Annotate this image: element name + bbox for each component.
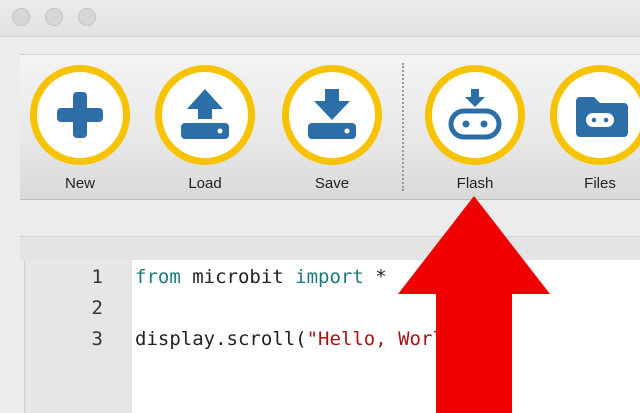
download-icon — [308, 89, 356, 139]
toolbar-divider — [402, 63, 404, 191]
toolbar: New Load Save Flash Files — [20, 54, 640, 200]
zoom-window-button[interactable] — [78, 8, 96, 26]
flash-button-label: Flash — [456, 175, 494, 192]
close-window-button[interactable] — [12, 8, 30, 26]
plus-icon — [57, 92, 103, 138]
load-button-label: Load — [188, 175, 222, 192]
new-button-label: New — [64, 175, 95, 192]
load-button[interactable]: Load — [145, 55, 265, 201]
new-button[interactable]: New — [20, 55, 140, 201]
flash-button-ring — [425, 65, 525, 165]
save-button-label: Save — [314, 175, 350, 192]
save-button-ring — [282, 65, 382, 165]
files-button-ring — [550, 65, 640, 165]
files-button-label: Files — [584, 175, 616, 192]
code-text: from microbit import * — [135, 262, 387, 292]
title-bar — [0, 0, 640, 37]
mu-editor-window: New Load Save Flash Files 1 from microbi… — [0, 0, 640, 413]
code-keyword: from — [135, 266, 181, 288]
line-number: 2 — [91, 297, 103, 319]
minimize-window-button[interactable] — [45, 8, 63, 26]
files-button[interactable]: Files — [540, 55, 640, 201]
save-button[interactable]: Save — [272, 55, 392, 201]
code-token: display.scroll( — [135, 328, 307, 350]
upload-icon — [181, 89, 229, 139]
new-button-ring — [30, 65, 130, 165]
line-number: 1 — [91, 266, 103, 288]
load-button-ring — [155, 65, 255, 165]
line-number: 3 — [91, 328, 103, 350]
folder-microbit-icon — [576, 97, 628, 137]
code-keyword: import — [295, 266, 364, 288]
code-token: * — [363, 266, 387, 288]
microbit-flash-icon — [448, 89, 502, 140]
code-token: microbit — [180, 266, 296, 288]
red-arrow-annotation — [398, 196, 550, 413]
flash-button[interactable]: Flash — [415, 55, 535, 201]
